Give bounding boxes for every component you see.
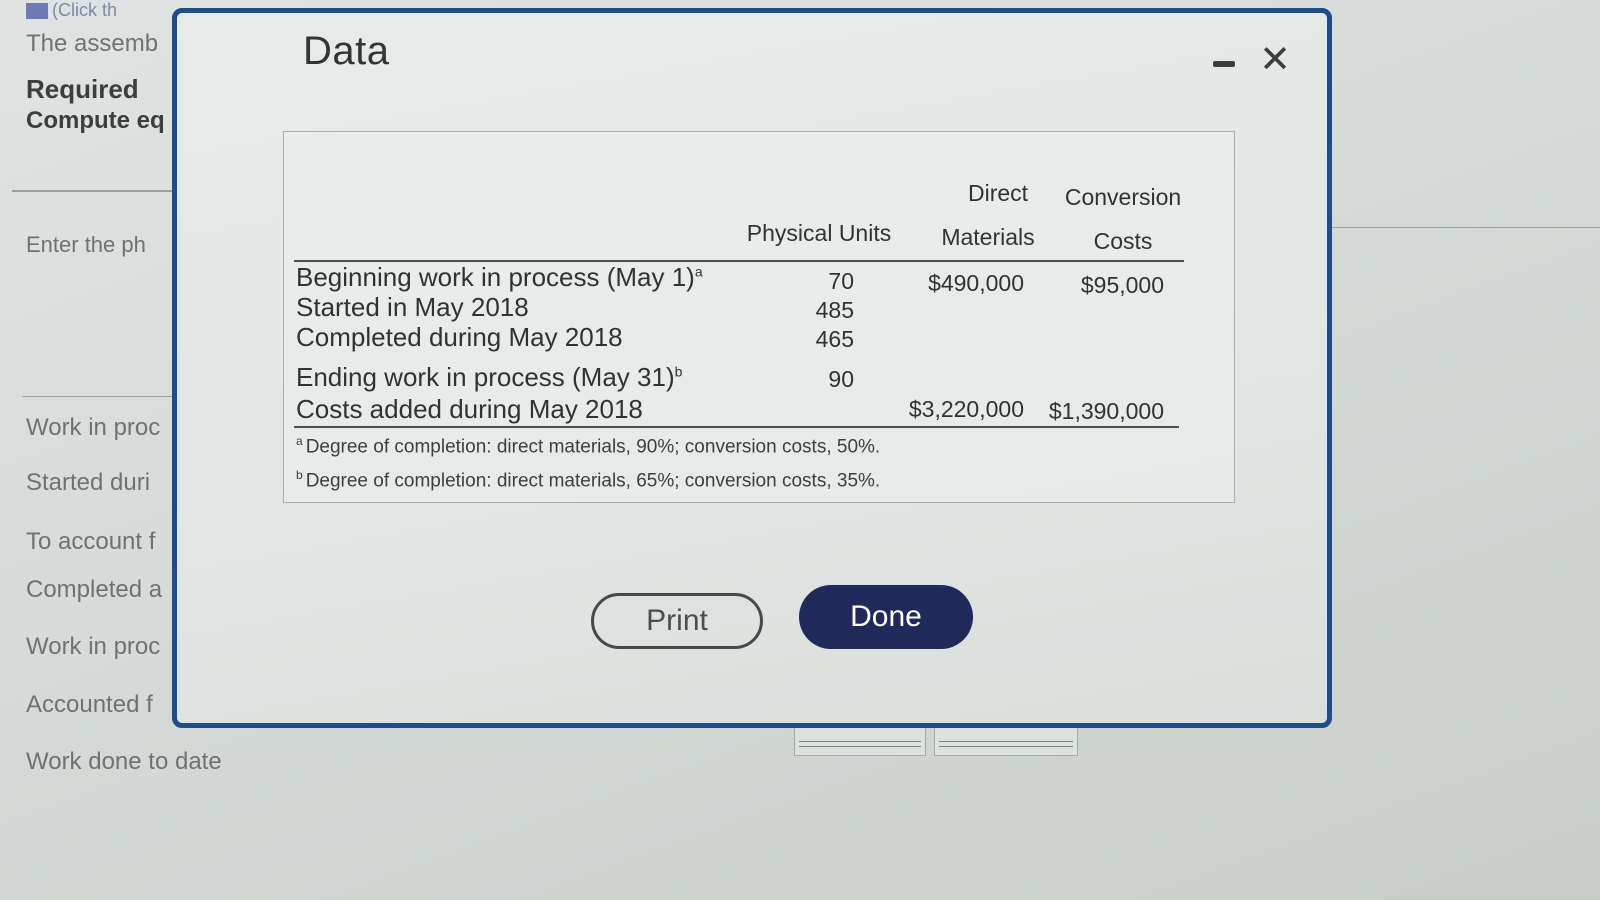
enter-instruction: Enter the ph (26, 232, 146, 257)
header-physical-units: Physical Units (746, 220, 892, 246)
data-dialog: Data ✕ Direct Conversion Physical Units … (172, 8, 1332, 728)
footnote-ref-a: a (694, 263, 703, 280)
header-costs: Costs (1093, 228, 1153, 254)
problem-intro: The assemb (26, 30, 159, 57)
spreadsheet-icon (26, 3, 48, 20)
bg-row-label: Started duri (26, 469, 151, 496)
table-row-label: Started in May 2018 (296, 292, 529, 322)
bg-row-label: Work in proc (26, 414, 161, 441)
header-conversion: Conversion (1064, 184, 1182, 210)
table-row-label: Completed during May 2018 (296, 322, 623, 352)
cell-units: 465 (815, 326, 854, 352)
data-table: Direct Conversion Physical Units Materia… (283, 131, 1235, 503)
footnote-a: a Degree of completion: direct materials,… (296, 434, 881, 458)
close-icon[interactable]: ✕ (1259, 41, 1291, 79)
total-rule (294, 426, 1179, 428)
minimize-icon[interactable] (1213, 61, 1235, 67)
table-row-label: Beginning work in process (May 1)a (296, 262, 703, 292)
dialog-title: Data (303, 29, 390, 73)
cell-units: 485 (815, 297, 854, 323)
bg-row-label: Accounted f (26, 691, 153, 718)
bg-row-label: Work in proc (26, 633, 161, 660)
required-heading: Required (26, 74, 139, 104)
cell-units: 70 (828, 268, 854, 294)
cell-conversion: $95,000 (1080, 272, 1164, 298)
divider (12, 190, 172, 192)
footnote-b: b Degree of completion: direct materials,… (296, 468, 881, 492)
print-button[interactable]: Print (591, 593, 763, 649)
bg-row-label: Work done to date (26, 748, 222, 775)
cell-conversion: $1,390,000 (1048, 398, 1164, 424)
footnote-ref-b: b (674, 363, 683, 380)
divider (22, 396, 172, 397)
header-materials: Materials (941, 224, 1035, 250)
divider (1320, 227, 1600, 228)
help-link[interactable]: (Click th (26, 0, 186, 20)
done-button[interactable]: Done (799, 585, 973, 649)
table-row-label: Costs added during May 2018 (296, 394, 643, 424)
compute-instruction: Compute eq (26, 107, 165, 134)
cell-units: 90 (828, 366, 854, 392)
cell-direct-materials: $490,000 (928, 270, 1024, 296)
header-direct: Direct (967, 180, 1029, 206)
cell-direct-materials: $3,220,000 (908, 396, 1024, 422)
bg-row-label: Completed a (26, 576, 163, 603)
bg-row-label: To account f (26, 528, 156, 555)
table-row-label: Ending work in process (May 31)b (296, 362, 683, 392)
